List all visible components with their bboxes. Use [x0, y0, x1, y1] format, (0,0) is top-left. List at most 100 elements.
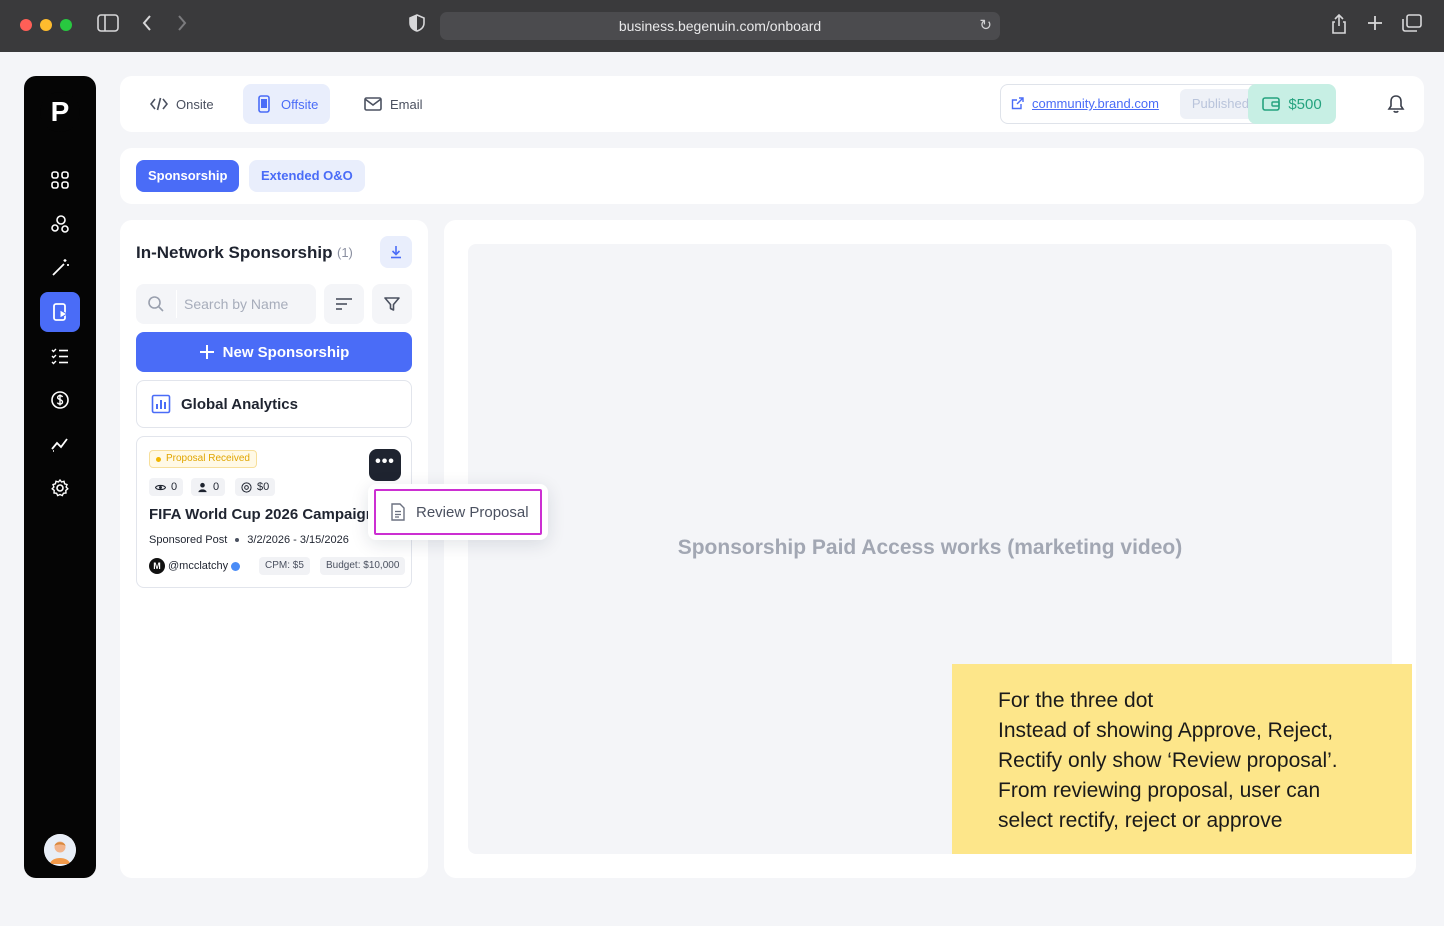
verified-icon — [231, 561, 241, 571]
tab-offsite-label: Offsite — [281, 96, 319, 112]
sidebar-item-dashboard[interactable] — [40, 160, 80, 200]
grid-icon — [51, 171, 69, 189]
sort-icon — [336, 298, 352, 310]
forward-icon[interactable] — [176, 14, 188, 38]
budget-tag: Budget: $10,000 — [320, 557, 406, 575]
meta-separator — [235, 538, 240, 542]
download-button[interactable] — [380, 236, 412, 268]
back-icon[interactable] — [141, 14, 153, 38]
users-count: 0 — [213, 481, 220, 493]
more-options-button[interactable]: ••• — [369, 449, 401, 481]
user-icon — [198, 482, 207, 492]
reload-icon[interactable]: ↻ — [979, 16, 992, 34]
community-link[interactable]: community.brand.com — [1011, 96, 1159, 111]
wallet-icon — [1262, 97, 1281, 111]
tab-onsite[interactable]: Onsite — [138, 84, 226, 124]
brand-logo[interactable]: P — [40, 92, 80, 132]
address-bar[interactable]: business.begenuin.com/onboard ↻ — [440, 12, 1000, 40]
review-proposal-menu-item[interactable]: Review Proposal — [374, 489, 542, 535]
document-icon — [391, 503, 405, 521]
close-window-button[interactable] — [20, 19, 32, 31]
community-icon — [51, 215, 69, 233]
sidebar-item-sponsorship[interactable] — [40, 292, 80, 332]
app-window: P Onsite Offsite Email community.brand.c… — [0, 52, 1444, 926]
tab-email[interactable]: Email — [352, 84, 435, 124]
tab-extended-oo[interactable]: Extended O&O — [249, 160, 365, 192]
panel-title: In-Network Sponsorship — [136, 243, 333, 262]
tab-offsite[interactable]: Offsite — [243, 84, 331, 124]
dollar-icon — [51, 391, 69, 409]
wallet-amount: $500 — [1288, 95, 1322, 113]
status-dot — [156, 456, 161, 462]
plus-icon — [199, 345, 214, 359]
new-tab-icon[interactable] — [1366, 14, 1384, 38]
magic-wand-icon — [52, 259, 69, 276]
note-line: select rectify, reject or approve — [998, 809, 1283, 832]
notifications-button[interactable] — [1376, 84, 1416, 124]
trend-icon — [51, 438, 68, 452]
wallet-balance-button[interactable]: $500 — [1248, 84, 1336, 124]
campaign-type: Sponsored Post — [149, 534, 228, 546]
views-stat: 0 — [149, 478, 184, 496]
settings-icon — [51, 478, 69, 497]
sidebar-item-analytics[interactable] — [40, 424, 80, 464]
sponsorship-list-panel: In-Network Sponsorship (1) New Sponsorsh… — [120, 220, 428, 878]
publisher-handle-text: @mcclatchy — [168, 560, 229, 572]
sidebar-item-monetization[interactable] — [40, 380, 80, 420]
publisher-handle[interactable]: M @mcclatchy — [149, 558, 241, 574]
search-input[interactable] — [184, 294, 312, 314]
eye-icon — [155, 484, 166, 490]
views-count: 0 — [171, 481, 178, 493]
status-badge: Proposal Received — [149, 450, 257, 468]
sidebar-item-communities[interactable] — [40, 204, 80, 244]
global-analytics-button[interactable]: Global Analytics — [136, 380, 412, 428]
video-placeholder-text: Sponsorship Paid Access works (marketing… — [677, 536, 1183, 559]
note-line: From reviewing proposal, user can — [998, 779, 1321, 802]
tab-email-label: Email — [390, 96, 423, 112]
zoom-window-button[interactable] — [60, 19, 72, 31]
shield-icon — [409, 14, 425, 38]
tab-sponsorship[interactable]: Sponsorship — [136, 160, 240, 192]
avatar[interactable] — [44, 834, 76, 866]
sidebar-toggle-icon[interactable] — [97, 14, 119, 38]
mobile-icon — [258, 95, 270, 113]
sub-tabs-bar: Sponsorship Extended O&O — [120, 148, 1424, 204]
external-link-icon — [1011, 97, 1024, 110]
note-line: Instead of showing Approve, Reject, — [998, 719, 1334, 742]
sponsorship-icon — [53, 303, 69, 321]
filter-button[interactable] — [372, 284, 412, 324]
search-divider — [176, 290, 177, 318]
download-icon — [391, 246, 401, 259]
search-box — [136, 284, 316, 324]
sort-button[interactable] — [324, 284, 364, 324]
note-line: Rectify only show ‘Review proposal’. — [998, 749, 1338, 772]
tab-overview-icon[interactable] — [1402, 14, 1422, 38]
cpm-tag: CPM: $5 — [259, 557, 310, 575]
new-sponsorship-button[interactable]: New Sponsorship — [136, 332, 412, 372]
checklist-icon — [51, 348, 68, 365]
tab-onsite-label: Onsite — [176, 96, 214, 112]
bar-chart-icon — [151, 394, 171, 414]
campaign-meta: Sponsored Post 3/2/2026 - 3/15/2026 — [149, 534, 349, 546]
card-options-menu: Review Proposal — [368, 484, 548, 540]
new-sponsorship-label: New Sponsorship — [222, 343, 350, 361]
logo-letter: P — [50, 96, 70, 127]
status-text: Proposal Received — [166, 453, 250, 464]
note-line: For the three dot — [998, 689, 1154, 712]
earnings-amount: $0 — [257, 481, 270, 493]
coin-icon — [241, 481, 252, 493]
sidebar-item-tasks[interactable] — [40, 336, 80, 376]
users-stat: 0 — [191, 478, 226, 496]
community-link-text: community.brand.com — [1032, 96, 1159, 111]
minimize-window-button[interactable] — [40, 19, 52, 31]
mail-icon — [364, 97, 382, 111]
annotation-note: For the three dot Instead of showing App… — [952, 664, 1412, 854]
sidebar-item-create[interactable] — [40, 248, 80, 288]
share-icon[interactable] — [1330, 13, 1348, 40]
publisher-logo: M — [149, 558, 165, 574]
community-publish-group: community.brand.com Published — [1000, 84, 1268, 124]
sidebar-item-settings[interactable] — [40, 468, 80, 508]
search-icon — [148, 296, 164, 312]
bell-icon — [1387, 95, 1405, 113]
panel-count: (1) — [337, 245, 353, 260]
